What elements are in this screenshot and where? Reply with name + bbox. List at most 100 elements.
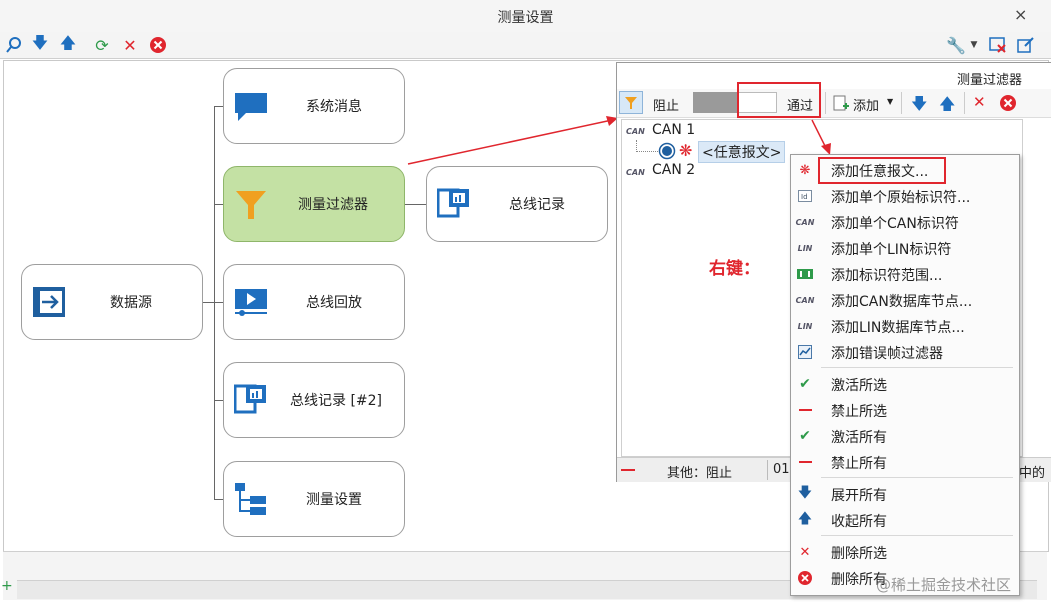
delete-all-icon[interactable] — [999, 94, 1017, 116]
add-doc-icon[interactable] — [833, 95, 849, 115]
zoom-icon[interactable] — [4, 35, 24, 55]
context-menu: ❋ 添加任意报文... Id 添加单个原始标识符... CAN 添加单个CAN标… — [790, 154, 1020, 596]
move-down-icon[interactable]: 🡇 — [911, 93, 927, 120]
menu-item-add-raw-id[interactable]: Id 添加单个原始标识符... — [791, 183, 1017, 209]
connector — [214, 106, 223, 107]
menu-item-add-id-range[interactable]: 添加标识符范围... — [791, 261, 1017, 287]
connector — [214, 400, 223, 401]
node-bus-log-2[interactable]: 总线记录 [#2] — [223, 362, 405, 438]
menu-item-disable-all[interactable]: 禁止所有 — [791, 449, 1017, 475]
main-toolbar: 🡇 🡅 ⟳ ✕ 🔧 ▼ — [0, 32, 1051, 59]
annotation-arrow — [407, 116, 618, 165]
add-dropdown-label[interactable]: 添加 — [853, 95, 879, 114]
annotation-arrow — [811, 119, 831, 155]
node-measurement-filter[interactable]: 测量过滤器 — [223, 166, 405, 242]
export-icon[interactable] — [1016, 35, 1036, 55]
remove-icon[interactable]: ✕ — [973, 93, 986, 111]
node-measurement-setup[interactable]: 测量设置 — [223, 461, 405, 537]
range-icon — [797, 266, 813, 282]
dropdown-arrow-icon[interactable]: ▼ — [964, 35, 984, 55]
toolbar-divider — [825, 92, 826, 114]
wrench-icon[interactable]: 🔧 — [946, 35, 966, 55]
node-data-source[interactable]: 数据源 — [21, 264, 203, 340]
replay-icon — [234, 285, 268, 319]
status-divider — [767, 460, 768, 480]
menu-item-add-lin-id[interactable]: LIN 添加单个LIN标识符 — [791, 235, 1017, 261]
lin-node-icon: LIN — [797, 321, 813, 331]
filter-toolbar: 阻止 通过 添加 ▼ 🡇 🡅 ✕ — [617, 89, 1051, 118]
status-tail-text: 中的 — [1019, 466, 1046, 481]
asterisk-icon: ❋ — [799, 162, 811, 178]
plus-icon[interactable]: + — [1, 578, 13, 594]
block-pass-slider-track[interactable] — [693, 92, 737, 113]
node-system-message[interactable]: 系统消息 — [223, 68, 405, 144]
menu-separator — [821, 477, 1013, 478]
minus-icon — [797, 454, 813, 470]
node-label: 总线记录 — [509, 197, 565, 213]
connector-trunk — [214, 106, 215, 500]
menu-separator — [821, 535, 1013, 536]
error-frame-icon — [797, 344, 813, 360]
message-icon — [234, 89, 268, 123]
window-title: 测量设置 — [497, 10, 554, 26]
menu-item-disable-selected[interactable]: 禁止所选 — [791, 397, 1017, 423]
can-icon: CAN — [795, 217, 815, 227]
can-node-icon: CAN — [795, 295, 815, 305]
toolbar-divider — [964, 92, 965, 114]
log-icon — [436, 187, 471, 221]
node-label: 总线记录 [#2] — [290, 393, 383, 409]
node-label: 测量设置 — [306, 492, 362, 508]
remove-icon[interactable]: ✕ — [120, 35, 140, 55]
active-radio-icon[interactable] — [658, 142, 676, 164]
menu-item-collapse-all[interactable]: 🡅 收起所有 — [791, 507, 1017, 533]
connector — [214, 302, 223, 303]
menu-item-add-can-id[interactable]: CAN 添加单个CAN标识符 — [791, 209, 1017, 235]
arrow-up-icon: 🡅 — [797, 511, 813, 527]
node-label: 系统消息 — [306, 99, 362, 115]
add-dropdown-arrow-icon[interactable]: ▼ — [887, 97, 893, 106]
node-bus-log[interactable]: 总线记录 — [426, 166, 608, 242]
connector — [214, 499, 223, 500]
refresh-icon[interactable]: ⟳ — [92, 35, 112, 55]
close-button[interactable]: × — [1014, 5, 1027, 24]
data-source-icon — [32, 285, 66, 319]
can-bus-icon: CAN — [626, 127, 645, 136]
menu-item-add-lin-db-node[interactable]: LIN 添加LIN数据库节点... — [791, 313, 1017, 339]
x-icon: ✕ — [799, 544, 811, 560]
right-click-annotation: 右键： — [709, 259, 760, 279]
window-close-icon[interactable] — [988, 35, 1008, 55]
connector — [214, 204, 223, 205]
tree-item-any-message[interactable]: <任意报文> — [698, 141, 786, 163]
can-bus-icon: CAN — [626, 168, 645, 177]
move-up-icon[interactable]: 🡅 — [58, 33, 78, 55]
menu-item-delete-selected[interactable]: ✕ 删除所选 — [791, 539, 1017, 565]
minus-icon — [797, 402, 813, 418]
tree-icon — [234, 482, 268, 516]
filter-icon — [234, 187, 268, 221]
delete-circle-icon — [797, 570, 813, 586]
toolbar-divider — [901, 92, 902, 114]
menu-item-expand-all[interactable]: 🡇 展开所有 — [791, 481, 1017, 507]
menu-item-activate-all[interactable]: ✔ 激活所有 — [791, 423, 1017, 449]
arrow-down-icon: 🡇 — [797, 485, 813, 501]
check-icon: ✔ — [799, 376, 811, 392]
lin-icon: LIN — [797, 243, 813, 253]
menu-item-add-error-frame-filter[interactable]: 添加错误帧过滤器 — [791, 339, 1017, 365]
tree-line — [636, 151, 658, 153]
delete-all-icon[interactable] — [148, 35, 168, 55]
move-up-icon[interactable]: 🡅 — [939, 93, 955, 120]
log-icon — [233, 383, 268, 417]
block-label[interactable]: 阻止 — [653, 95, 679, 114]
menu-item-add-can-db-node[interactable]: CAN 添加CAN数据库节点... — [791, 287, 1017, 313]
move-down-icon[interactable]: 🡇 — [30, 33, 50, 55]
status-number: 01 — [773, 462, 790, 477]
highlight-box-add-any — [818, 157, 946, 184]
minus-icon — [621, 469, 635, 471]
watermark: @稀土掘金技术社区 — [876, 576, 1012, 594]
menu-item-activate-selected[interactable]: ✔ 激活所选 — [791, 371, 1017, 397]
tree-item-can2[interactable]: CAN 2 — [652, 162, 695, 178]
node-label: 总线回放 — [306, 295, 362, 311]
node-bus-replay[interactable]: 总线回放 — [223, 264, 405, 340]
tree-item-can1[interactable]: CAN 1 — [652, 122, 695, 138]
filter-toggle-icon[interactable] — [619, 91, 643, 114]
